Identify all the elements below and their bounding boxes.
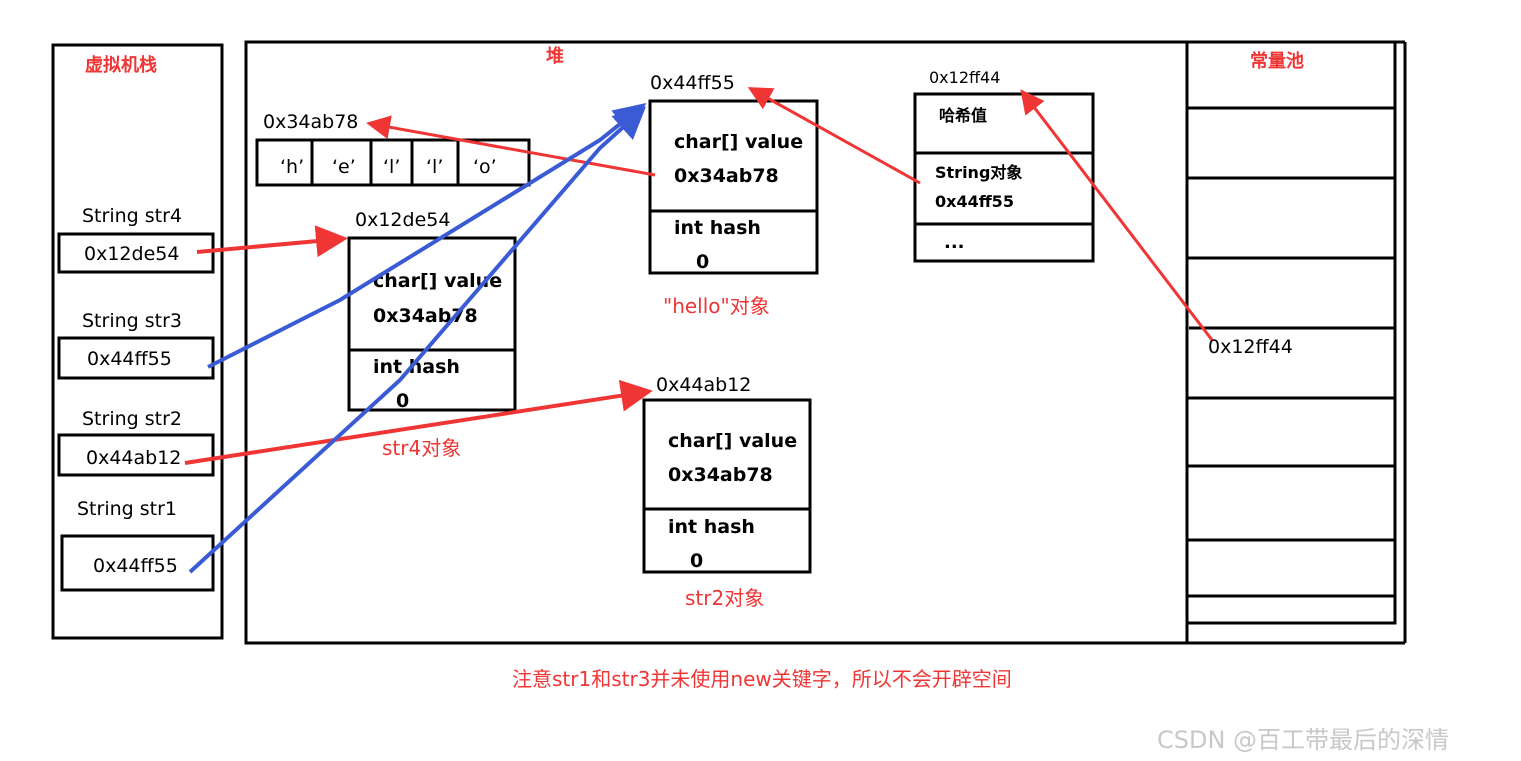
heap-title: 堆 <box>546 45 564 67</box>
object-caption: str2对象 <box>685 586 764 610</box>
constant-pool: 常量池 0x12ff44 <box>1185 40 1407 645</box>
table-address: 0x12ff44 <box>929 68 1000 87</box>
field-label: char[] value <box>674 131 803 153</box>
field-value: 0 <box>690 550 703 572</box>
char-cell: ‘h’ <box>280 156 304 178</box>
footnote: 注意str1和str3并未使用new关键字，所以不会开辟空间 <box>512 667 1012 691</box>
char-cell: ‘e’ <box>332 156 356 178</box>
arrow-pool-to-table <box>1020 89 1214 341</box>
var-value: 0x44ff55 <box>87 348 172 370</box>
more-ellipsis: ... <box>944 232 965 253</box>
var-label: String str1 <box>77 498 177 520</box>
char-array: ‘h’ ‘e’ ‘l’ ‘l’ ‘o’ <box>255 138 531 187</box>
heap: 堆 0x34ab78 ‘h’ ‘e’ ‘l’ ‘l’ ‘o’ 0x12de54 … <box>244 40 1189 645</box>
field-value: 0 <box>396 390 409 412</box>
field-label: char[] value <box>668 430 797 452</box>
object-address: 0x44ab12 <box>656 374 751 396</box>
object-caption: "hello"对象 <box>663 294 770 318</box>
hello-object: 0x44ff55 char[] value 0x34ab78 int hash … <box>648 72 819 318</box>
stack-frame: 虚拟机栈 String str4 0x12de54 String str3 0x… <box>51 43 224 640</box>
field-value: 0x34ab78 <box>668 464 773 486</box>
field-value: 0 <box>696 251 709 273</box>
field-value: 0x34ab78 <box>674 165 779 187</box>
object-address: 0x12de54 <box>355 209 450 231</box>
char-cell: ‘o’ <box>473 156 497 178</box>
stack-title: 虚拟机栈 <box>85 54 157 76</box>
var-label: String str2 <box>82 408 182 430</box>
hash-label: 哈希值 <box>939 106 987 125</box>
char-cell: ‘l’ <box>426 156 443 178</box>
var-value: 0x44ab12 <box>86 447 181 469</box>
field-label: int hash <box>668 516 755 538</box>
var-value: 0x12de54 <box>84 243 179 265</box>
pool-title: 常量池 <box>1250 50 1304 72</box>
char-cell: ‘l’ <box>383 156 400 178</box>
var-value: 0x44ff55 <box>93 555 178 577</box>
entry-label: String对象 <box>935 163 1022 182</box>
var-label: String str4 <box>82 205 182 227</box>
object-caption: str4对象 <box>382 436 461 460</box>
arrow-str4 <box>196 225 348 258</box>
field-label: int hash <box>674 217 761 239</box>
pool-entry: 0x12ff44 <box>1208 336 1293 358</box>
str2-object: 0x44ab12 char[] value 0x34ab78 int hash … <box>642 374 812 610</box>
jvm-memory-diagram: 虚拟机栈 String str4 0x12de54 String str3 0x… <box>51 40 1449 754</box>
str4-object: 0x12de54 char[] value 0x34ab78 int hash … <box>347 209 517 460</box>
entry-value: 0x44ff55 <box>935 192 1014 211</box>
array-address: 0x34ab78 <box>263 111 358 133</box>
watermark: CSDN @百工带最后的深情 <box>1157 726 1449 754</box>
object-address: 0x44ff55 <box>650 72 735 94</box>
var-label: String str3 <box>82 310 182 332</box>
string-table: 0x12ff44 哈希值 String对象 0x44ff55 ... <box>913 68 1095 263</box>
